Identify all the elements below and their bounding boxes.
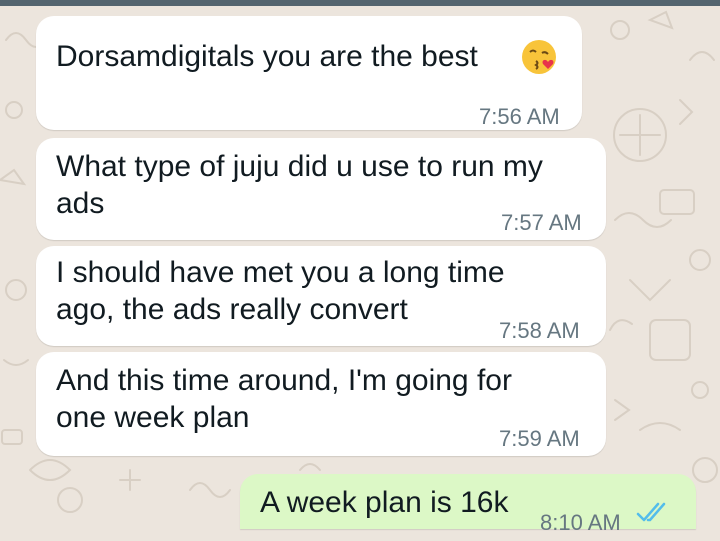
- incoming-message: What type of juju did u use to run my ad…: [36, 138, 606, 240]
- message-timestamp: 7:58 AM: [499, 318, 580, 343]
- message-text: A week plan is 16k: [260, 486, 509, 519]
- message-text: And this time around, I'm going for one …: [56, 364, 512, 434]
- message-timestamp: 7:56 AM: [479, 104, 560, 129]
- message-timestamp: 7:57 AM: [501, 210, 582, 235]
- message-text: I should have met you a long time ago, t…: [56, 256, 505, 326]
- incoming-message: Dorsamdigitals you are the best 7:56 AM: [36, 16, 582, 130]
- read-double-tick-icon: [636, 502, 666, 522]
- message-timestamp: 7:59 AM: [499, 426, 580, 451]
- message-text: Dorsamdigitals you are the best: [56, 40, 478, 73]
- message-timestamp: 8:10 AM: [540, 510, 621, 535]
- incoming-message: And this time around, I'm going for one …: [36, 352, 606, 456]
- message-text: What type of juju did u use to run my ad…: [56, 150, 543, 220]
- kissing-face-with-heart-icon: [520, 38, 558, 76]
- outgoing-message: A week plan is 16k 8:10 AM: [240, 474, 696, 535]
- incoming-message: I should have met you a long time ago, t…: [36, 246, 606, 346]
